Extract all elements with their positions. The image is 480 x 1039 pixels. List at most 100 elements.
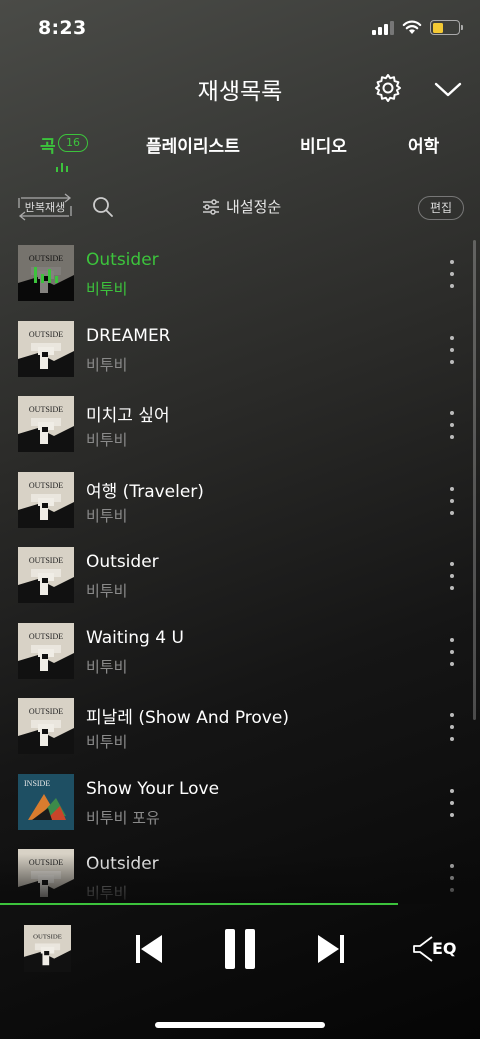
song-artist: 비투비: [86, 356, 128, 374]
search-button[interactable]: [92, 196, 114, 218]
album-art-outside: OUTSIDE: [24, 925, 71, 972]
svg-text:OUTSIDE: OUTSIDE: [33, 933, 62, 940]
song-row[interactable]: OUTSIDE Outsider 비투비: [0, 236, 480, 312]
settings-button[interactable]: [372, 72, 404, 104]
song-row[interactable]: OUTSIDE Outsider 비투비: [0, 840, 480, 904]
status-icons: [372, 20, 463, 35]
repeat-label: 반복재생: [24, 201, 66, 214]
pause-icon: [225, 929, 255, 969]
album-art[interactable]: OUTSIDE: [18, 698, 74, 754]
pause-button[interactable]: [222, 927, 258, 971]
eq-label: EQ: [432, 939, 457, 958]
more-options-icon[interactable]: [444, 864, 460, 892]
speaker-icon: [413, 936, 433, 962]
song-row[interactable]: OUTSIDE 여행 (Traveler) 비투비: [0, 463, 480, 539]
album-art[interactable]: OUTSIDE: [18, 472, 74, 528]
album-art-outside: OUTSIDE: [18, 321, 74, 377]
list-toolbar: 반복재생 내설정순 편집: [0, 192, 480, 224]
tab-videos[interactable]: 비디오: [300, 132, 347, 157]
status-bar: 8:23: [0, 0, 480, 54]
svg-text:OUTSIDE: OUTSIDE: [29, 858, 63, 867]
tab-bar: 곡 16 플레이리스트 비디오 어학: [0, 128, 480, 176]
more-options-icon[interactable]: [444, 260, 460, 288]
svg-text:OUTSIDE: OUTSIDE: [29, 632, 63, 641]
more-options-icon[interactable]: [444, 713, 460, 741]
edit-button[interactable]: 편집: [418, 196, 464, 220]
song-artist: 비투비: [86, 507, 128, 525]
home-indicator[interactable]: [155, 1022, 325, 1028]
song-count-badge: 16: [58, 134, 88, 152]
sort-button[interactable]: 내설정순: [202, 196, 281, 217]
more-options-icon[interactable]: [444, 789, 460, 817]
song-title: Outsider: [86, 250, 159, 270]
now-playing-album-art[interactable]: OUTSIDE: [24, 925, 71, 972]
album-art-outside: OUTSIDE: [18, 396, 74, 452]
album-art[interactable]: OUTSIDE: [18, 849, 74, 904]
song-row[interactable]: INSIDE Show Your Love 비투비 포유: [0, 765, 480, 841]
song-artist: 비투비: [86, 733, 128, 751]
song-title: 피날레 (Show And Prove): [86, 708, 289, 728]
tab-songs[interactable]: 곡: [40, 132, 56, 157]
more-options-icon[interactable]: [444, 487, 460, 515]
collapse-button[interactable]: [432, 74, 464, 106]
song-row[interactable]: OUTSIDE DREAMER 비투비: [0, 312, 480, 388]
svg-text:OUTSIDE: OUTSIDE: [29, 481, 63, 490]
skip-next-icon: [318, 935, 344, 963]
song-artist: 비투비: [86, 582, 128, 600]
status-time: 8:23: [38, 17, 87, 39]
album-art[interactable]: OUTSIDE: [18, 321, 74, 377]
song-title: 미치고 싶어: [86, 406, 170, 426]
album-art-outside: OUTSIDE: [18, 472, 74, 528]
song-title: DREAMER: [86, 326, 171, 346]
song-artist: 비투비: [86, 658, 128, 676]
song-artist: 비투비: [86, 280, 128, 298]
tab-playlists[interactable]: 플레이리스트: [146, 132, 240, 157]
more-options-icon[interactable]: [444, 411, 460, 439]
song-artist: 비투비: [86, 884, 128, 902]
wifi-icon: [402, 20, 422, 34]
song-title: Show Your Love: [86, 779, 220, 799]
song-row[interactable]: OUTSIDE 피날레 (Show And Prove) 비투비: [0, 689, 480, 765]
album-art-outside: OUTSIDE: [18, 849, 74, 904]
more-options-icon[interactable]: [444, 562, 460, 590]
album-art[interactable]: OUTSIDE: [18, 396, 74, 452]
album-art[interactable]: INSIDE: [18, 774, 74, 830]
svg-text:INSIDE: INSIDE: [24, 779, 50, 788]
song-title: Waiting 4 U: [86, 628, 184, 648]
album-art[interactable]: OUTSIDE: [18, 623, 74, 679]
page-title: 재생목록: [197, 79, 283, 105]
now-playing-icon: [18, 245, 74, 301]
more-options-icon[interactable]: [444, 336, 460, 364]
album-art-inside: INSIDE: [18, 774, 74, 830]
svg-text:OUTSIDE: OUTSIDE: [29, 330, 63, 339]
mini-player: OUTSIDE EQ: [0, 905, 480, 995]
song-title: 여행 (Traveler): [86, 482, 204, 502]
song-list[interactable]: OUTSIDE Outsider 비투비 OUTSIDE DREAMER 비투비 OUTSI…: [0, 236, 480, 904]
sort-label: 내설정순: [226, 198, 282, 216]
battery-icon: [430, 20, 463, 35]
album-art[interactable]: OUTSIDE: [18, 547, 74, 603]
song-row[interactable]: OUTSIDE Waiting 4 U 비투비: [0, 614, 480, 690]
sliders-icon: [203, 198, 219, 215]
repeat-button[interactable]: 반복재생: [17, 192, 73, 222]
gear-icon: [375, 74, 401, 102]
svg-text:OUTSIDE: OUTSIDE: [29, 405, 63, 414]
svg-text:OUTSIDE: OUTSIDE: [29, 556, 63, 565]
equalizer-button[interactable]: EQ: [412, 933, 460, 965]
album-art-outside: OUTSIDE: [18, 547, 74, 603]
album-art-outside: OUTSIDE: [18, 698, 74, 754]
previous-button[interactable]: [134, 933, 164, 965]
tab-language[interactable]: 어학: [408, 132, 439, 157]
next-button[interactable]: [316, 933, 346, 965]
album-art[interactable]: OUTSIDE: [18, 245, 74, 301]
skip-previous-icon: [136, 935, 162, 963]
cellular-signal-icon: [372, 20, 394, 35]
song-artist: 비투비: [86, 431, 128, 449]
svg-text:OUTSIDE: OUTSIDE: [29, 707, 63, 716]
song-row[interactable]: OUTSIDE Outsider 비투비: [0, 538, 480, 614]
chevron-down-icon: [434, 82, 462, 97]
now-playing-equalizer-icon: [56, 162, 68, 172]
song-row[interactable]: OUTSIDE 미치고 싶어비투비: [0, 387, 480, 463]
song-title: Outsider: [86, 552, 159, 572]
more-options-icon[interactable]: [444, 638, 460, 666]
